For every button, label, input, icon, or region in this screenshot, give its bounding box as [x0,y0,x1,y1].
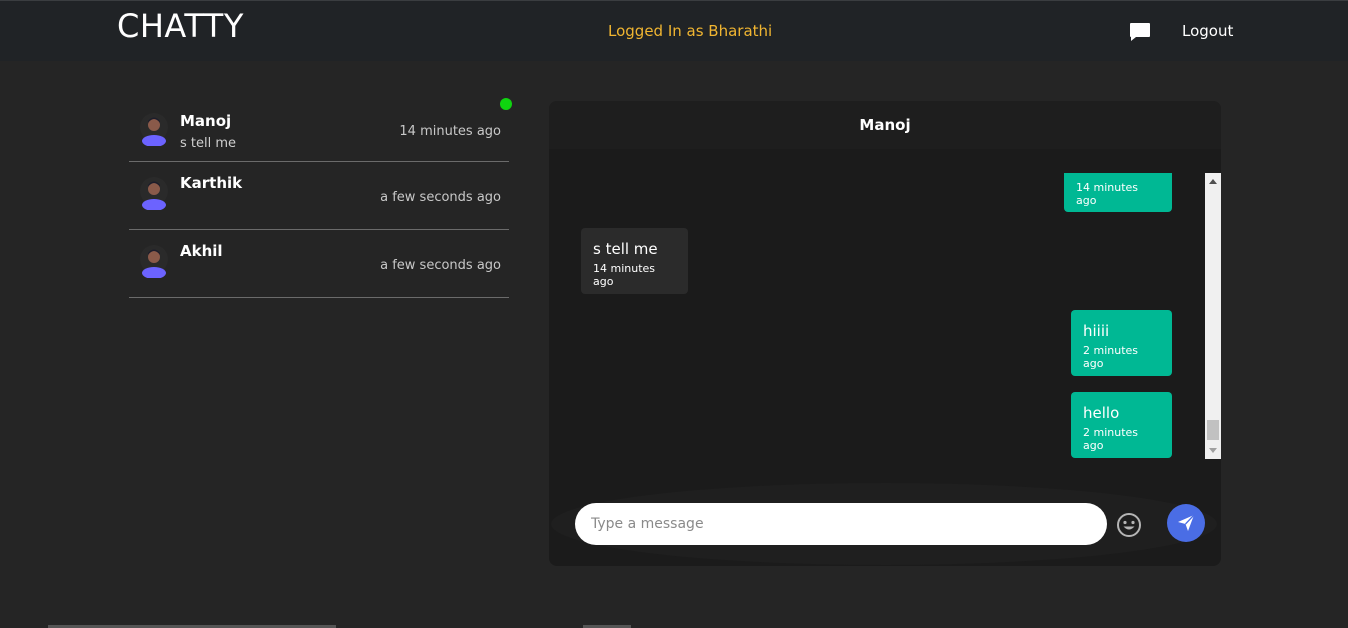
message-bubble-sent: hiiii 2 minutes ago [1071,310,1172,376]
message-time: 14 minutes ago [1076,181,1139,207]
avatar [140,113,168,146]
logout-link[interactable]: Logout [1182,22,1233,40]
smiley-icon[interactable] [1116,512,1142,538]
scroll-up-arrow-icon[interactable] [1209,179,1217,184]
scroll-thumb[interactable] [1207,420,1219,440]
contact-preview: s tell me [180,136,237,151]
navbar: CHATTY Logged In as Bharathi Logout [0,0,1348,61]
message-time: 2 minutes ago [1083,426,1139,452]
message-composer [549,481,1221,566]
contact-item-karthik[interactable]: Karthik a few seconds ago [129,162,509,230]
scroll-down-arrow-icon[interactable] [1209,448,1217,453]
brand-logo[interactable]: CHATTY [117,7,244,45]
contact-name: Manoj [180,112,232,130]
contact-time: 14 minutes ago [399,124,501,139]
message-input[interactable] [575,503,1107,545]
message-scrollbar[interactable] [1205,173,1221,459]
chat-header-title: Manoj [549,101,1221,149]
contact-item-akhil[interactable]: Akhil a few seconds ago [129,230,509,298]
contact-list: Manoj s tell me 14 minutes ago Karthik a… [129,94,509,298]
avatar [140,245,168,278]
message-bubble-sent: hiiiiiiii 14 minutes ago [1064,173,1172,212]
chat-bubble-icon[interactable] [1129,22,1151,42]
message-text: hiiiiiiii [1076,173,1160,177]
message-text: hello [1083,404,1120,422]
message-time: 14 minutes ago [593,262,656,288]
logged-in-status: Logged In as Bharathi [608,22,773,40]
send-button[interactable] [1167,504,1205,542]
avatar [140,177,168,210]
contact-name: Karthik [180,174,243,192]
contact-item-manoj[interactable]: Manoj s tell me 14 minutes ago [129,94,509,162]
contact-time: a few seconds ago [380,190,501,205]
message-list[interactable]: hiiiiiiii 14 minutes ago s tell me 14 mi… [549,173,1206,459]
chat-panel: Manoj hiiiiiiii 14 minutes ago s tell me… [549,101,1221,566]
message-bubble-received: s tell me 14 minutes ago [581,228,688,294]
contact-name: Akhil [180,242,223,260]
contact-time: a few seconds ago [380,258,501,273]
message-text: hiiii [1083,322,1110,340]
message-time: 2 minutes ago [1083,344,1139,370]
message-bubble-sent: hello 2 minutes ago [1071,392,1172,458]
send-arrow-icon [1178,514,1195,531]
message-text: s tell me [593,240,658,258]
